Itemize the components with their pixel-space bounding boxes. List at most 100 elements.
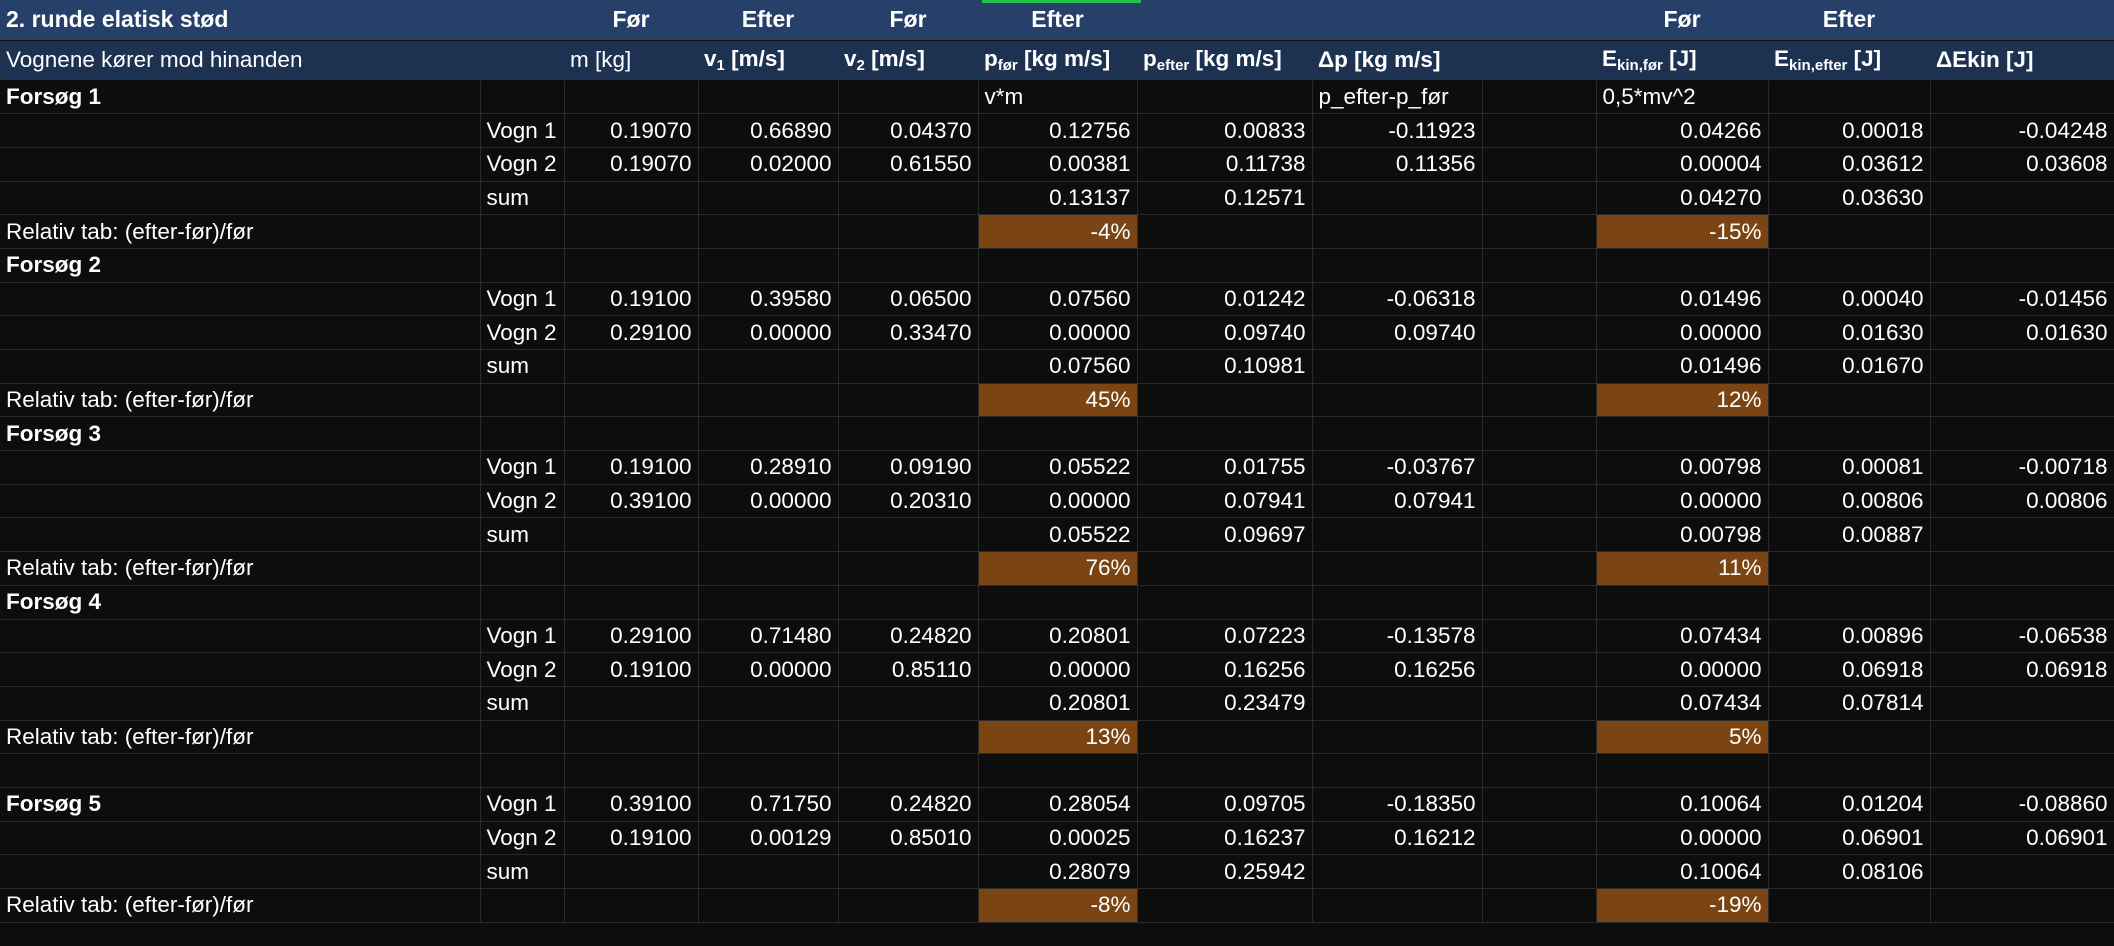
sum-ekfor[interactable]: 0.07434 (1596, 686, 1769, 721)
sum-ekefter[interactable]: 0.00887 (1768, 517, 1931, 553)
value-v2[interactable]: 0.61550 (838, 147, 979, 182)
header-ekinefter-phase[interactable]: Efter (1768, 0, 1930, 41)
value-m[interactable]: 0.29100 (564, 315, 699, 350)
value-ekfor[interactable]: 0.00000 (1596, 821, 1769, 856)
value-m[interactable]: 0.39100 (564, 484, 699, 519)
value-v1[interactable]: 0.66890 (698, 113, 839, 148)
value-v1[interactable]: 0.71480 (698, 619, 839, 654)
value-pfor[interactable]: 0.00381 (978, 147, 1138, 182)
sum-pefter[interactable]: 0.25942 (1137, 854, 1313, 889)
value-v1[interactable]: 0.28910 (698, 450, 839, 485)
vogn-label[interactable]: Vogn 2 (480, 315, 565, 350)
value-dekin[interactable]: 0.01630 (1930, 315, 2114, 350)
vogn-label[interactable]: Vogn 1 (480, 619, 565, 654)
header-pfor-phase[interactable]: Før (838, 0, 978, 41)
value-dp[interactable]: -0.13578 (1312, 619, 1483, 654)
value-pfor[interactable]: 0.12756 (978, 113, 1138, 148)
header-ekinfor-phase[interactable]: Før (1596, 0, 1768, 41)
trial-title[interactable]: Forsøg 1 (0, 80, 481, 115)
value-pfor[interactable]: 0.00000 (978, 315, 1138, 350)
value-pefter[interactable]: 0.11738 (1137, 147, 1313, 182)
value-v2[interactable]: 0.85010 (838, 821, 979, 856)
value-dp[interactable]: 0.09740 (1312, 315, 1483, 350)
value-ekfor[interactable]: 0.00004 (1596, 147, 1769, 182)
value-ekefter[interactable]: 0.01630 (1768, 315, 1931, 350)
sum-ekfor[interactable]: 0.04270 (1596, 181, 1769, 216)
value-pfor[interactable]: 0.05522 (978, 450, 1138, 485)
value-pefter[interactable]: 0.16237 (1137, 821, 1313, 856)
header-v1-phase[interactable]: Før (564, 0, 698, 41)
value-v1[interactable]: 0.02000 (698, 147, 839, 182)
value-ekfor[interactable]: 0.00000 (1596, 484, 1769, 519)
value-dp[interactable]: 0.07941 (1312, 484, 1483, 519)
value-ekefter[interactable]: 0.00040 (1768, 282, 1931, 317)
value-v1[interactable]: 0.00000 (698, 484, 839, 519)
value-dp[interactable]: 0.11356 (1312, 147, 1483, 182)
sum-pfor[interactable]: 0.13137 (978, 181, 1138, 216)
sum-ekefter[interactable]: 0.01670 (1768, 349, 1931, 384)
value-ekefter[interactable]: 0.00081 (1768, 450, 1931, 485)
value-ekfor[interactable]: 0.01496 (1596, 282, 1769, 317)
relative-loss-p[interactable]: 45% (978, 383, 1138, 418)
value-pefter[interactable]: 0.07223 (1137, 619, 1313, 654)
value-dp[interactable]: -0.06318 (1312, 282, 1483, 317)
relative-loss-ekin[interactable]: -19% (1596, 888, 1769, 923)
value-ekefter[interactable]: 0.06901 (1768, 821, 1931, 856)
vogn-label[interactable]: Vogn 2 (480, 821, 565, 856)
value-pfor[interactable]: 0.00000 (978, 652, 1138, 687)
header-dp[interactable]: Δp [kg m/s] (1312, 40, 1482, 81)
value-v2[interactable]: 0.06500 (838, 282, 979, 317)
value-v2[interactable]: 0.85110 (838, 652, 979, 687)
value-ekefter[interactable]: 0.00806 (1768, 484, 1931, 519)
sum-pefter[interactable]: 0.23479 (1137, 686, 1313, 721)
value-v1[interactable]: 0.00000 (698, 315, 839, 350)
sheet-title[interactable]: 2. runde elatisk stød (0, 0, 564, 41)
value-dekin[interactable]: -0.01456 (1930, 282, 2114, 317)
value-m[interactable]: 0.39100 (564, 787, 699, 822)
value-ekfor[interactable]: 0.00000 (1596, 315, 1769, 350)
value-ekfor[interactable]: 0.10064 (1596, 787, 1769, 822)
relative-loss-ekin[interactable]: 5% (1596, 720, 1769, 755)
sum-label[interactable]: sum (480, 517, 565, 553)
sum-pefter[interactable]: 0.10981 (1137, 349, 1313, 384)
sum-ekfor[interactable]: 0.10064 (1596, 854, 1769, 889)
trial-title[interactable]: Forsøg 2 (0, 248, 481, 283)
value-ekfor[interactable]: 0.00000 (1596, 652, 1769, 687)
relative-loss-p[interactable]: 13% (978, 720, 1138, 755)
sum-pfor[interactable]: 0.28079 (978, 854, 1138, 889)
value-pfor[interactable]: 0.00000 (978, 484, 1138, 519)
sum-pfor[interactable]: 0.07560 (978, 349, 1138, 384)
value-dp[interactable]: 0.16212 (1312, 821, 1483, 856)
value-ekefter[interactable]: 0.00018 (1768, 113, 1931, 148)
header-pefter-phase[interactable]: Efter (978, 0, 1137, 41)
value-m[interactable]: 0.19070 (564, 147, 699, 182)
vogn-label[interactable]: Vogn 1 (480, 787, 565, 822)
vogn-label[interactable]: Vogn 1 (480, 282, 565, 317)
header-mass[interactable]: m [kg] (564, 40, 698, 81)
value-dekin[interactable]: -0.04248 (1930, 113, 2114, 148)
sum-ekefter[interactable]: 0.03630 (1768, 181, 1931, 216)
value-ekefter[interactable]: 0.01204 (1768, 787, 1931, 822)
vogn-label[interactable]: Vogn 1 (480, 113, 565, 148)
sum-pfor[interactable]: 0.05522 (978, 517, 1138, 553)
sum-label[interactable]: sum (480, 854, 565, 889)
spreadsheet[interactable]: 2. runde elatisk stød Før Efter Før Efte… (0, 0, 2114, 946)
value-dp[interactable]: -0.11923 (1312, 113, 1483, 148)
value-v1[interactable]: 0.39580 (698, 282, 839, 317)
value-ekefter[interactable]: 0.06918 (1768, 652, 1931, 687)
header-v2[interactable]: v2 [m/s] (838, 40, 978, 81)
value-m[interactable]: 0.19100 (564, 652, 699, 687)
value-pefter[interactable]: 0.00833 (1137, 113, 1313, 148)
formula-dp[interactable]: p_efter-p_før (1312, 80, 1483, 115)
value-dekin[interactable]: 0.03608 (1930, 147, 2114, 182)
value-m[interactable]: 0.19100 (564, 821, 699, 856)
value-ekefter[interactable]: 0.00896 (1768, 619, 1931, 654)
value-v1[interactable]: 0.00000 (698, 652, 839, 687)
value-m[interactable]: 0.19100 (564, 282, 699, 317)
sum-ekfor[interactable]: 0.01496 (1596, 349, 1769, 384)
value-ekfor[interactable]: 0.04266 (1596, 113, 1769, 148)
value-pefter[interactable]: 0.01755 (1137, 450, 1313, 485)
value-pefter[interactable]: 0.16256 (1137, 652, 1313, 687)
value-pfor[interactable]: 0.28054 (978, 787, 1138, 822)
value-m[interactable]: 0.29100 (564, 619, 699, 654)
